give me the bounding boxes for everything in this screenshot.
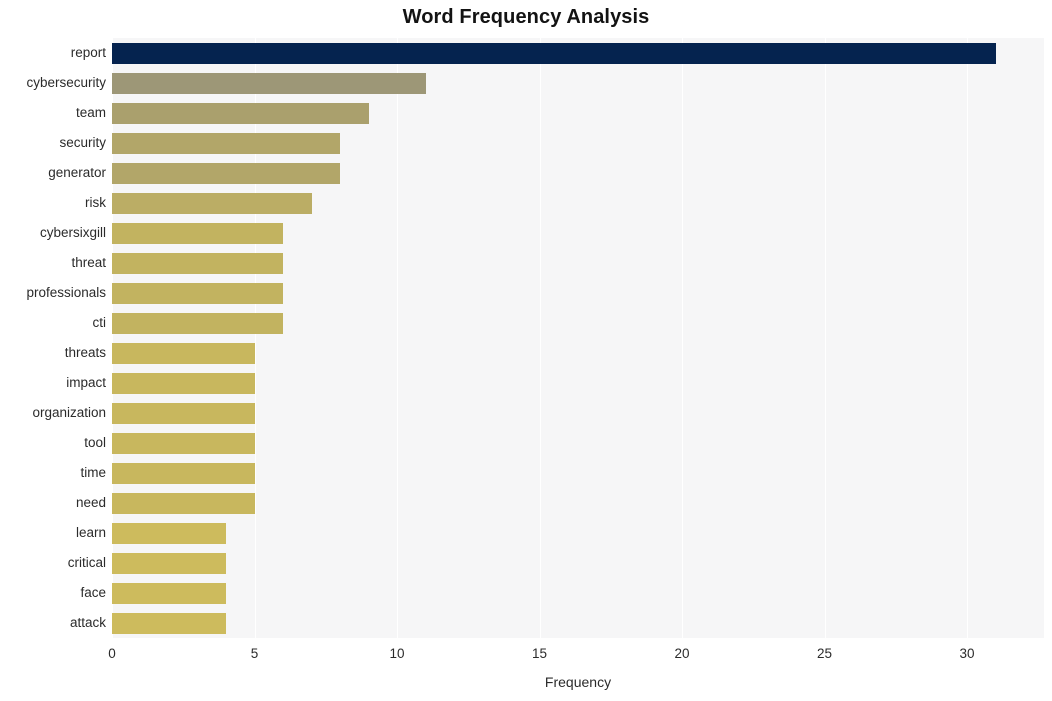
x-tick-label-15: 15	[532, 646, 548, 661]
y-tick-label-impact: impact	[66, 375, 106, 390]
x-tick-label-30: 30	[959, 646, 975, 661]
y-tick-label-report: report	[70, 45, 106, 60]
bars-layer	[112, 38, 1044, 638]
y-tick-label-face: face	[80, 585, 106, 600]
bar-security[interactable]	[112, 132, 340, 154]
bar-risk[interactable]	[112, 192, 312, 214]
y-tick-label-time: time	[80, 465, 106, 480]
y-tick-label-need: need	[75, 495, 106, 510]
y-tick-label-threats: threats	[64, 345, 106, 360]
bar-fill	[112, 342, 255, 364]
bar-fill	[112, 312, 283, 334]
bar-fill	[112, 132, 340, 154]
bar-fill	[112, 192, 312, 214]
bar-fill	[112, 462, 255, 484]
y-tick-label-cti: cti	[92, 315, 107, 330]
bar-organization[interactable]	[112, 402, 255, 424]
bar-impact[interactable]	[112, 372, 255, 394]
bar-professionals[interactable]	[112, 282, 283, 304]
bar-fill	[112, 162, 340, 184]
bar-fill	[112, 552, 226, 574]
bar-cti[interactable]	[112, 312, 283, 334]
bar-attack[interactable]	[112, 612, 226, 634]
bar-cybersixgill[interactable]	[112, 222, 283, 244]
bar-fill	[112, 372, 255, 394]
chart-figure: Word Frequency Analysis report cybersecur…	[0, 0, 1052, 701]
bar-time[interactable]	[112, 462, 255, 484]
bar-learn[interactable]	[112, 522, 226, 544]
bar-tool[interactable]	[112, 432, 255, 454]
y-tick-label-threat: threat	[71, 255, 106, 270]
bar-fill	[112, 612, 226, 634]
bar-report[interactable]	[112, 42, 996, 64]
y-tick-label-critical: critical	[67, 555, 106, 570]
bar-threat[interactable]	[112, 252, 283, 274]
bar-fill	[112, 72, 426, 94]
bar-fill	[112, 582, 226, 604]
bar-fill	[112, 222, 283, 244]
y-tick-label-cybersecurity: cybersecurity	[26, 75, 106, 90]
y-tick-label-security: security	[59, 135, 106, 150]
plot-area	[112, 38, 1044, 638]
y-tick-label-generator: generator	[48, 165, 106, 180]
bar-fill	[112, 102, 369, 124]
x-tick-label-10: 10	[389, 646, 405, 661]
bar-generator[interactable]	[112, 162, 340, 184]
x-axis-tick-labels: 0 5 10 15 20 25 30	[0, 646, 1052, 668]
y-tick-label-cybersixgill: cybersixgill	[39, 225, 106, 240]
bar-face[interactable]	[112, 582, 226, 604]
bar-fill	[112, 282, 283, 304]
bar-cybersecurity[interactable]	[112, 72, 426, 94]
x-tick-label-20: 20	[674, 646, 690, 661]
y-tick-label-attack: attack	[69, 615, 106, 630]
bar-fill	[112, 522, 226, 544]
bar-fill	[112, 402, 255, 424]
bar-fill	[112, 252, 283, 274]
x-tick-label-5: 5	[250, 646, 259, 661]
bar-critical[interactable]	[112, 552, 226, 574]
chart-title: Word Frequency Analysis	[402, 6, 650, 28]
y-tick-label-team: team	[75, 105, 106, 120]
bar-fill	[112, 42, 996, 64]
x-tick-label-25: 25	[817, 646, 833, 661]
y-tick-label-organization: organization	[32, 405, 106, 420]
bar-fill	[112, 432, 255, 454]
y-tick-label-professionals: professionals	[26, 285, 106, 300]
y-axis-tick-labels: report cybersecurity team security generator…	[0, 38, 106, 638]
bar-threats[interactable]	[112, 342, 255, 364]
x-tick-label-0: 0	[108, 646, 116, 661]
y-tick-label-learn: learn	[75, 525, 106, 540]
x-axis-title: Frequency	[544, 674, 612, 690]
bar-team[interactable]	[112, 102, 369, 124]
y-tick-label-risk: risk	[85, 195, 106, 210]
bar-need[interactable]	[112, 492, 255, 514]
bar-fill	[112, 492, 255, 514]
y-tick-label-tool: tool	[84, 435, 106, 450]
